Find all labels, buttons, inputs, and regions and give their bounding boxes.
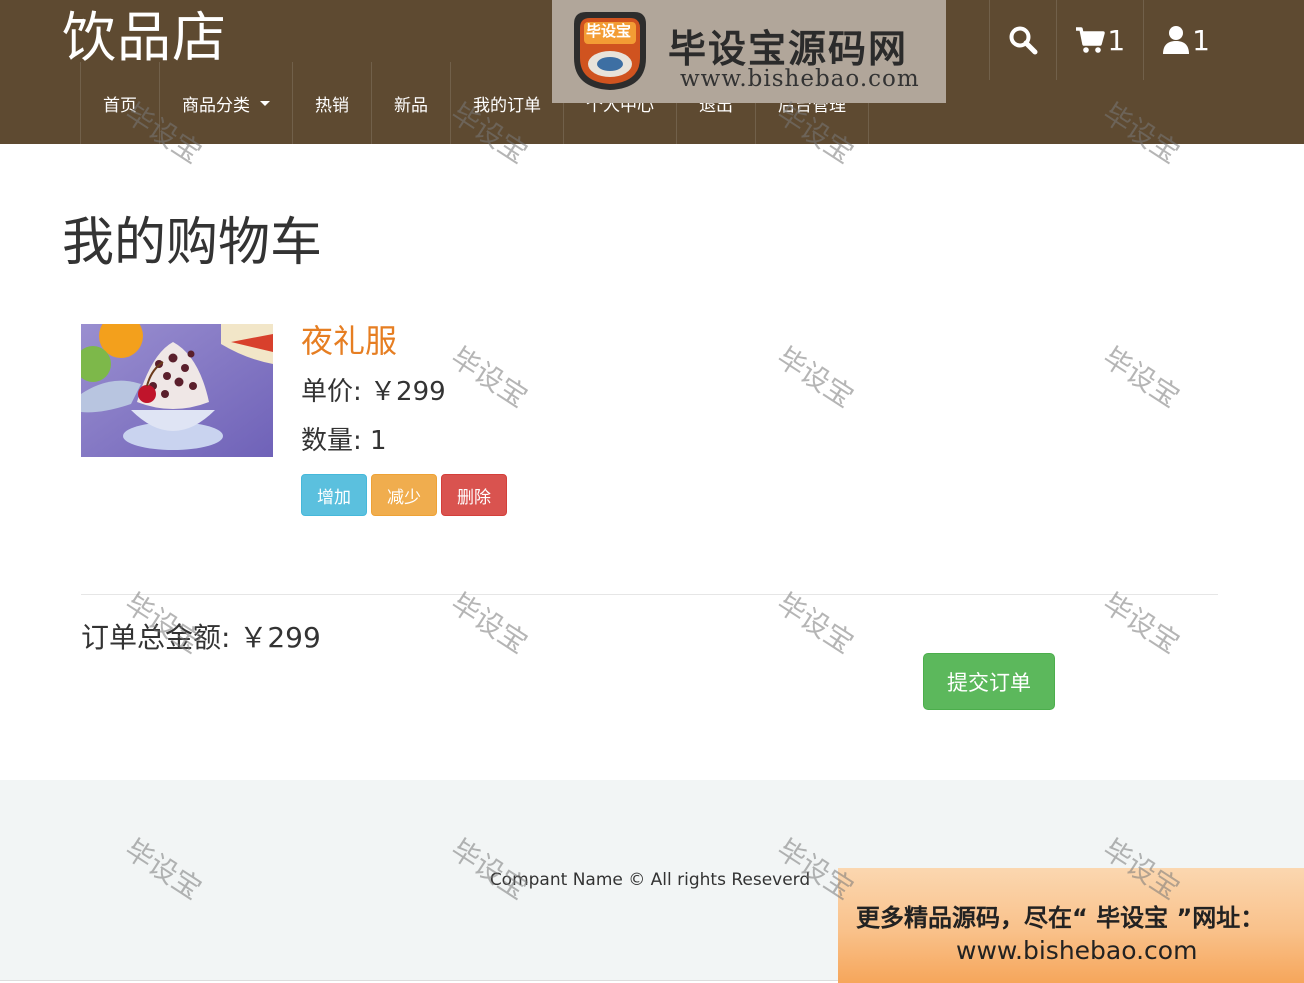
logo-badge: 毕设宝 xyxy=(586,22,632,40)
nav-label: 新品 xyxy=(394,95,428,116)
nav-item-orders[interactable]: 我的订单 xyxy=(450,62,563,144)
logo-url: www.bishebao.com xyxy=(680,66,920,92)
product-name[interactable]: 夜礼服 xyxy=(301,318,397,364)
divider xyxy=(81,594,1218,595)
nav-item-new[interactable]: 新品 xyxy=(371,62,450,144)
user-count: 1 xyxy=(1192,23,1210,57)
product-quantity: 数量: 1 xyxy=(301,426,387,456)
page-title: 我的购物车 xyxy=(62,213,323,273)
nav-label: 首页 xyxy=(103,95,137,116)
promo-line-1: 更多精品源码，尽在“ 毕设宝 ”网址： xyxy=(856,904,1265,932)
site-logo-overlay: 毕设宝 毕设宝源码网 www.bishebao.com xyxy=(552,0,946,103)
user-button[interactable]: 1 xyxy=(1143,0,1228,80)
cart-count: 1 xyxy=(1107,23,1126,57)
nav-item-categories[interactable]: 商品分类 xyxy=(159,62,292,144)
watermark: 毕设宝 xyxy=(444,340,534,414)
increase-button[interactable]: 增加 xyxy=(301,474,367,516)
product-image[interactable] xyxy=(81,324,273,457)
nav-label: 我的订单 xyxy=(473,95,541,116)
order-total: 订单总金额: ￥299 xyxy=(81,621,321,654)
user-icon xyxy=(1163,26,1190,54)
header-actions: 1 1 xyxy=(989,0,1228,80)
search-button[interactable] xyxy=(989,0,1056,80)
product-price: 单价: ￥299 xyxy=(301,377,446,407)
product-photo xyxy=(81,324,273,457)
submit-order-button[interactable]: 提交订单 xyxy=(923,653,1055,710)
cart-icon xyxy=(1076,27,1106,53)
watermark: 毕设宝 xyxy=(1096,340,1186,414)
search-icon xyxy=(1009,26,1038,55)
delete-button[interactable]: 删除 xyxy=(441,474,507,516)
decrease-button[interactable]: 减少 xyxy=(371,474,437,516)
promo-url: www.bishebao.com xyxy=(956,936,1198,965)
cart-item-actions: 增加 减少 删除 xyxy=(301,474,507,516)
cart-button[interactable]: 1 xyxy=(1056,0,1143,80)
promo-banner: 更多精品源码，尽在“ 毕设宝 ”网址： www.bishebao.com xyxy=(838,868,1304,983)
nav-label: 商品分类 xyxy=(182,95,250,116)
nav-item-hot[interactable]: 热销 xyxy=(292,62,371,144)
watermark: 毕设宝 xyxy=(770,340,860,414)
nav-label: 热销 xyxy=(315,95,349,116)
logo-title: 毕设宝源码网 xyxy=(668,27,909,71)
nav-item-home[interactable]: 首页 xyxy=(80,62,159,144)
caret-down-icon xyxy=(260,100,270,106)
